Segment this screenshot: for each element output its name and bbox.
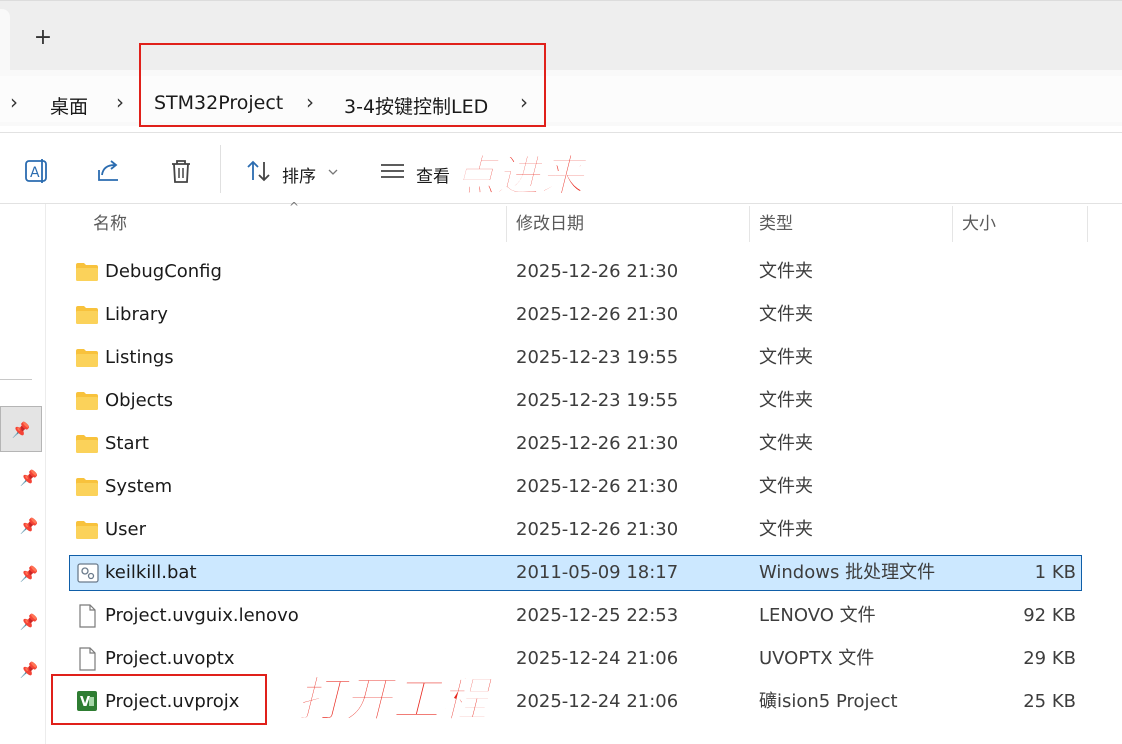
file-type: 文件夹	[759, 433, 813, 454]
breadcrumb-chevron-icon[interactable]: ›	[116, 90, 124, 114]
file-type: 文件夹	[759, 304, 813, 325]
folder-icon	[76, 349, 98, 367]
sort-button[interactable]: 排序	[282, 162, 316, 187]
file-modified: 2025-12-26 21:30	[516, 476, 679, 497]
project-file-highlight-box	[51, 674, 267, 725]
file-name: Project.uvguix.lenovo	[105, 605, 299, 626]
sort-ascending-icon: ^	[289, 200, 300, 214]
new-tab-button[interactable]: +	[28, 23, 58, 53]
list-item-debugconfig[interactable]: DebugConfig 2025-12-26 21:30 文件夹	[69, 254, 1082, 290]
file-type: 礦ision5 Project	[759, 691, 898, 712]
file-icon	[79, 647, 96, 671]
toolbar-separator	[220, 145, 221, 193]
pin-icon[interactable]: 📌	[16, 513, 42, 539]
folder-icon	[76, 521, 98, 539]
folder-icon	[76, 435, 98, 453]
sort-icon[interactable]	[244, 156, 274, 186]
file-size: 25 KB	[1023, 691, 1076, 712]
file-modified: 2025-12-26 21:30	[516, 261, 679, 282]
breadcrumb-chevron-icon[interactable]: ›	[10, 90, 18, 114]
folder-icon	[76, 392, 98, 410]
file-modified: 2025-12-26 21:30	[516, 519, 679, 540]
pin-icon[interactable]: 📌	[16, 465, 42, 491]
column-separator[interactable]	[1087, 206, 1088, 242]
file-type: 文件夹	[759, 476, 813, 497]
folder-icon	[76, 263, 98, 281]
chevron-down-icon[interactable]	[327, 167, 339, 177]
file-modified: 2025-12-24 21:06	[516, 648, 679, 669]
file-size: 1 KB	[1034, 562, 1076, 583]
column-header-type[interactable]: 类型	[759, 204, 793, 244]
list-item-user[interactable]: User 2025-12-26 21:30 文件夹	[69, 512, 1082, 548]
file-type: Windows 批处理文件	[759, 562, 936, 583]
file-name: Project.uvoptx	[105, 648, 235, 669]
folder-icon	[76, 478, 98, 496]
column-header-modified[interactable]: 修改日期	[516, 204, 584, 244]
file-modified: 2025-12-24 21:06	[516, 691, 679, 712]
column-separator[interactable]	[749, 206, 750, 242]
annotation-click-in: 点进来	[451, 150, 585, 203]
breadcrumb-item-desktop[interactable]: 桌面	[50, 92, 88, 119]
view-icon[interactable]	[378, 156, 408, 186]
file-name: User	[105, 519, 147, 540]
list-item-start[interactable]: Start 2025-12-26 21:30 文件夹	[69, 426, 1082, 462]
list-item-objects[interactable]: Objects 2025-12-23 19:55 文件夹	[69, 383, 1082, 419]
list-item-library[interactable]: Library 2025-12-26 21:30 文件夹	[69, 297, 1082, 333]
nav-pane-divider	[0, 379, 32, 380]
list-item-listings[interactable]: Listings 2025-12-23 19:55 文件夹	[69, 340, 1082, 376]
file-type: 文件夹	[759, 390, 813, 411]
pin-icon[interactable]: 📌	[16, 609, 42, 635]
column-separator[interactable]	[506, 206, 507, 242]
delete-icon[interactable]	[166, 156, 196, 186]
annotation-open-project: 打开工程	[295, 671, 489, 729]
folder-icon	[76, 306, 98, 324]
current-tab-edge[interactable]	[0, 9, 10, 71]
file-icon	[79, 604, 96, 628]
file-size: 29 KB	[1023, 648, 1076, 669]
file-name: Start	[105, 433, 149, 454]
svg-text:A: A	[30, 165, 40, 181]
file-name: DebugConfig	[105, 261, 222, 282]
rename-icon[interactable]: A	[22, 156, 52, 186]
list-item-system[interactable]: System 2025-12-26 21:30 文件夹	[69, 469, 1082, 505]
pin-icon[interactable]: 📌	[16, 657, 42, 683]
column-header-size[interactable]: 大小	[962, 204, 996, 244]
file-type: LENOVO 文件	[759, 605, 876, 626]
file-name: Listings	[105, 347, 174, 368]
file-type: 文件夹	[759, 261, 813, 282]
list-item-keilkill-bat[interactable]: keilkill.bat 2011-05-09 18:17 Windows 批处…	[69, 555, 1082, 591]
file-modified: 2025-12-26 21:30	[516, 433, 679, 454]
view-button[interactable]: 查看	[416, 162, 450, 187]
address-divider	[0, 132, 1122, 133]
file-modified: 2025-12-25 22:53	[516, 605, 679, 626]
column-separator[interactable]	[952, 206, 953, 242]
file-name: Objects	[105, 390, 174, 411]
file-name: System	[105, 476, 173, 497]
column-header-name[interactable]: 名称	[93, 204, 127, 244]
share-icon[interactable]	[94, 156, 124, 186]
pin-icon[interactable]: 📌	[16, 561, 42, 587]
file-modified: 2011-05-09 18:17	[516, 562, 679, 583]
file-name: keilkill.bat	[105, 562, 197, 583]
pin-icon[interactable]: 📌	[0, 406, 42, 452]
file-size: 92 KB	[1023, 605, 1076, 626]
file-modified: 2025-12-23 19:55	[516, 390, 679, 411]
file-name: Library	[105, 304, 168, 325]
file-type: 文件夹	[759, 519, 813, 540]
list-item-project-uvguix[interactable]: Project.uvguix.lenovo 2025-12-25 22:53 L…	[69, 598, 1082, 634]
list-item-project-uvoptx[interactable]: Project.uvoptx 2025-12-24 21:06 UVOPTX 文…	[69, 641, 1082, 677]
batch-file-icon	[77, 563, 99, 583]
file-type: UVOPTX 文件	[759, 648, 875, 669]
file-modified: 2025-12-26 21:30	[516, 304, 679, 325]
breadcrumb-highlight-box	[139, 43, 546, 127]
file-type: 文件夹	[759, 347, 813, 368]
file-modified: 2025-12-23 19:55	[516, 347, 679, 368]
